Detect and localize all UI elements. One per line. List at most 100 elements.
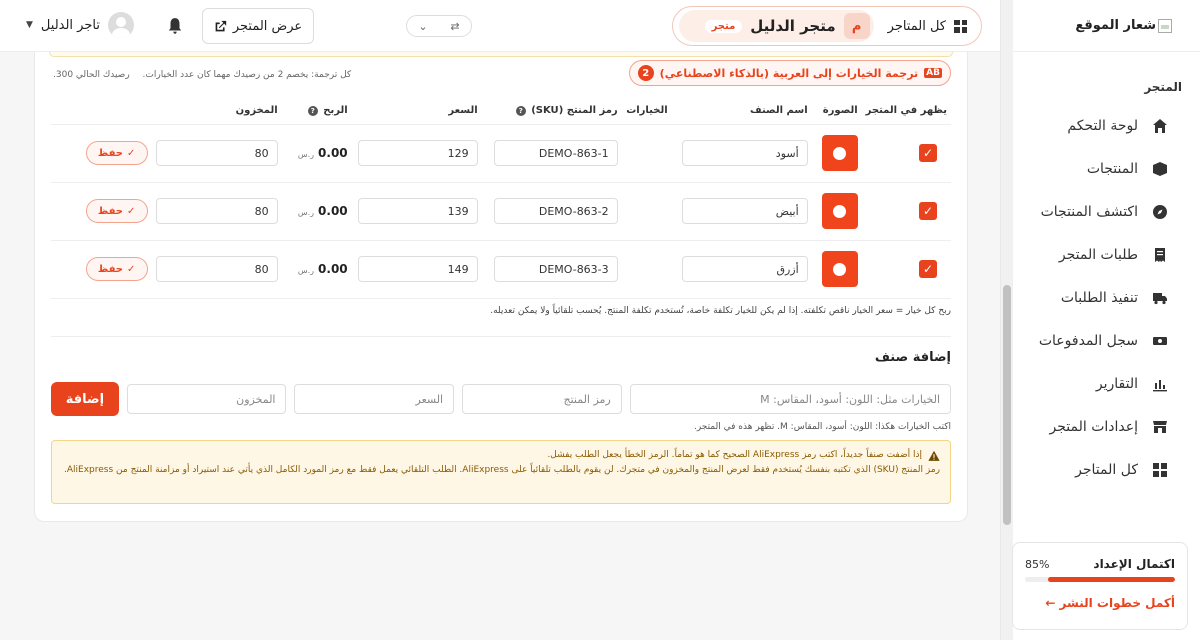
sidebar-item-label: لوحة التحكم (1067, 117, 1138, 134)
setup-percent: 85% (1025, 557, 1050, 571)
sidebar-item-label: إعدادات المتجر (1049, 418, 1138, 435)
new-variant-stock-input[interactable]: المخزون (126, 384, 287, 414)
variant-stock-input[interactable]: 80 (155, 198, 278, 224)
user-menu[interactable]: تاجر الدليل ▼ (26, 12, 134, 38)
grid-icon (1152, 462, 1168, 478)
chevron-down-icon: ⌄ (418, 19, 428, 33)
sidebar-item-fulfillment[interactable]: تنفيذ الطلبات (1001, 276, 1200, 319)
col-visible: يظهر في المتجر (861, 98, 951, 125)
variants-table: يظهر في المتجر الصورة اسم الصنف الخيارات… (51, 98, 951, 299)
sidebar-nav: لوحة التحكم المنتجات اكتشف المنتجات طلبا… (1001, 104, 1200, 491)
variant-name-input[interactable]: أزرق (681, 256, 808, 282)
check-icon: ✓ (127, 147, 136, 159)
new-variant-options-input[interactable]: الخيارات مثل: اللون: أسود، المقاس: M (629, 384, 951, 414)
variant-price-input[interactable]: 149 (357, 256, 478, 282)
sidebar-item-reports[interactable]: التقارير (1001, 362, 1200, 405)
variant-price-input[interactable]: 129 (357, 140, 478, 166)
warning-line-2: رمز المنتج (SKU) الذي تكتبه بنفسك يُستخد… (64, 465, 940, 475)
variant-sku-input[interactable]: DEMO-863-3 (493, 256, 618, 282)
sidebar-item-label: كل المتاجر (1075, 461, 1138, 478)
variant-image[interactable] (821, 193, 858, 229)
view-store-label: عرض المتجر (232, 18, 303, 34)
sidebar-section-title: المتجر (1144, 80, 1182, 94)
sidebar-item-all-stores[interactable]: كل المتاجر (1001, 448, 1200, 491)
save-label: حفظ (97, 205, 124, 217)
money-icon (1152, 333, 1168, 349)
credits-note: كل ترجمة: يخصم 2 من رصيدك مهما كان عدد ا… (53, 70, 351, 80)
sidebar-item-dashboard[interactable]: لوحة التحكم (1001, 104, 1200, 147)
col-stock: المخزون (151, 98, 282, 125)
save-variant-button[interactable]: ✓ حفظ (85, 141, 148, 165)
variant-image[interactable] (821, 135, 858, 171)
visible-checkbox[interactable]: ✓ (919, 144, 937, 162)
variant-sku-input[interactable]: DEMO-863-1 (493, 140, 618, 166)
complete-steps-link[interactable]: أكمل خطوات النشر ← (1025, 596, 1175, 610)
store-switcher: كل المتاجر م متجر الدليل متجر (672, 6, 982, 46)
variant-stock-input[interactable]: 80 (155, 140, 278, 166)
table-header-row: يظهر في المتجر الصورة اسم الصنف الخيارات… (51, 98, 951, 125)
new-variant-sku-input[interactable]: رمز المنتج (462, 384, 622, 414)
new-variant-price-input[interactable]: السعر (294, 384, 455, 414)
store-icon (1152, 419, 1168, 435)
setup-progress-bar (1025, 577, 1175, 582)
scroll-thumb[interactable] (1003, 285, 1011, 525)
variant-name-input[interactable]: أبيض (681, 198, 808, 224)
setup-progress-card: اكتمال الإعداد 85% أكمل خطوات النشر ← (1012, 542, 1188, 630)
variant-name-input[interactable]: أسود (681, 140, 808, 166)
save-label: حفظ (97, 263, 124, 275)
warning-icon (928, 450, 940, 461)
sidebar-item-products[interactable]: المنتجات (1001, 147, 1200, 190)
variant-image[interactable] (821, 251, 858, 287)
swap-icon: ⇄ (450, 19, 460, 33)
variant-price-input[interactable]: 139 (357, 198, 478, 224)
sidebar-item-label: تنفيذ الطلبات (1060, 289, 1138, 306)
current-store[interactable]: م متجر الدليل متجر (679, 10, 874, 42)
profit-value: 0.00 (318, 146, 348, 160)
chart-icon (1152, 376, 1168, 392)
profit-value: 0.00 (318, 204, 348, 218)
visible-checkbox[interactable]: ✓ (919, 202, 937, 220)
all-stores-label: كل المتاجر (887, 18, 946, 34)
sidebar: شعار الموقع المتجر لوحة التحكم المنتجات … (1000, 0, 1200, 640)
credits-cost-text: كل ترجمة: يخصم 2 من رصيدك مهما كان عدد ا… (142, 70, 352, 80)
col-image: الصورة (811, 98, 862, 125)
help-icon[interactable]: ? (515, 106, 526, 117)
variant-stock-input[interactable]: 80 (155, 256, 278, 282)
add-variant-title: إضافة صنف (874, 350, 951, 365)
all-stores-button[interactable]: كل المتاجر (879, 11, 975, 41)
save-variant-button[interactable]: ✓ حفظ (85, 199, 148, 223)
table-row: ✓ أزرق DEMO-863-3 149 0.00 ر.س 80 ✓ حفظ (51, 240, 951, 299)
currency-label: ر.س (297, 266, 315, 275)
ai-translate-options-button[interactable]: AB ترجمة الخيارات إلى العربية (بالذكاء ا… (628, 60, 951, 86)
sidebar-scrollbar[interactable] (1001, 0, 1013, 640)
sidebar-item-label: المنتجات (1086, 160, 1138, 177)
bell-icon[interactable] (166, 17, 184, 35)
external-link-icon (215, 20, 227, 31)
add-variant-button[interactable]: إضافة (51, 382, 119, 416)
sidebar-item-label: سجل المدفوعات (1038, 332, 1138, 349)
caret-down-icon: ▼ (26, 20, 33, 30)
visible-checkbox[interactable]: ✓ (919, 260, 937, 278)
check-icon: ✓ (127, 205, 136, 217)
col-price: السعر (351, 98, 482, 125)
check-icon: ✓ (127, 263, 136, 275)
view-store-button[interactable]: عرض المتجر (202, 8, 314, 44)
help-icon[interactable]: ? (307, 106, 318, 117)
sidebar-item-payments[interactable]: سجل المدفوعات (1001, 319, 1200, 362)
home-icon (1152, 118, 1168, 134)
col-actions (51, 98, 152, 125)
store-switch-dropdown[interactable]: ⇄ ⌄ (406, 15, 472, 37)
sidebar-item-label: طلبات المتجر (1058, 246, 1138, 263)
variant-sku-input[interactable]: DEMO-863-2 (493, 198, 618, 224)
avatar (107, 12, 134, 38)
brand-logo[interactable]: شعار الموقع (1001, 0, 1200, 52)
sidebar-item-label: اكتشف المنتجات (1040, 203, 1138, 220)
profit-explanation: ربح كل خيار = سعر الخيار ناقص تكلفته. إذ… (490, 306, 951, 316)
store-avatar: م (843, 13, 870, 39)
save-variant-button[interactable]: ✓ حفظ (85, 257, 148, 281)
sidebar-item-store-settings[interactable]: إعدادات المتجر (1001, 405, 1200, 448)
warning-line-1: إذا أضفت صنفاً جديداً، اكتب رمز AliExpre… (547, 450, 922, 460)
sidebar-item-orders[interactable]: طلبات المتجر (1001, 233, 1200, 276)
box-icon (1152, 161, 1168, 177)
sidebar-item-discover[interactable]: اكتشف المنتجات (1001, 190, 1200, 233)
